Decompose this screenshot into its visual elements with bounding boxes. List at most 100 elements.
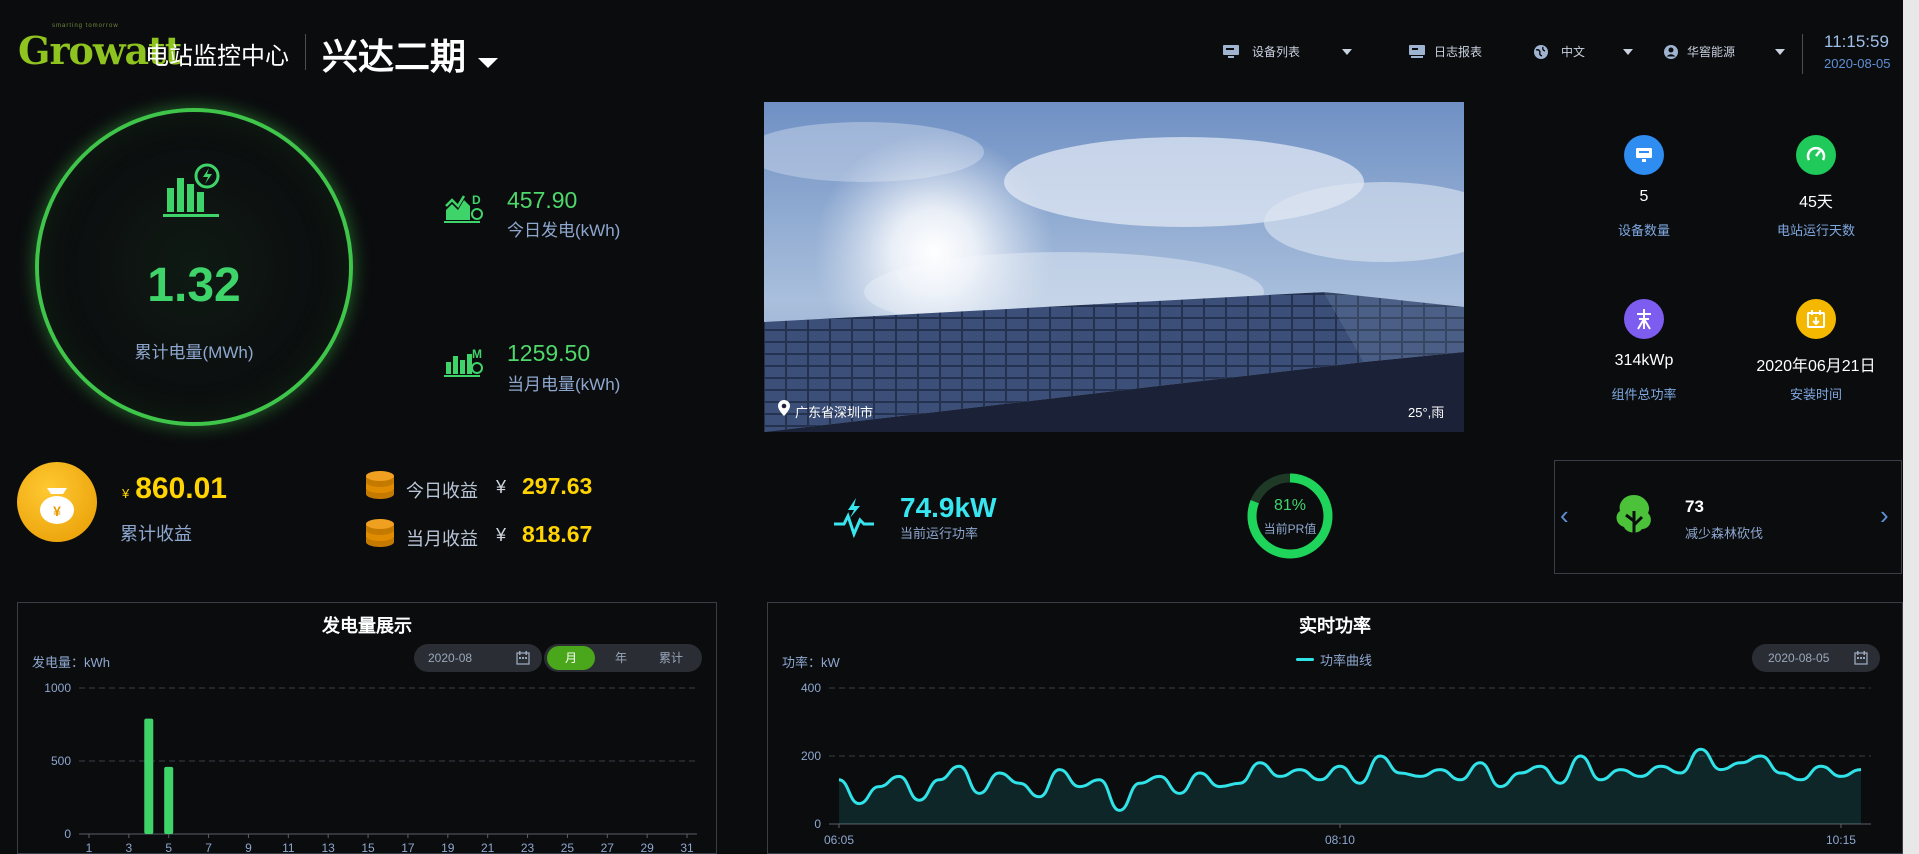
y-tick-label: 0 [814, 817, 821, 831]
svg-text:M: M [472, 347, 482, 361]
chevron-left-icon[interactable]: ‹ [1560, 500, 1569, 531]
month-income-value: 818.67 [522, 521, 593, 547]
x-tick-label: 29 [640, 841, 654, 854]
x-tick-label: 7 [205, 841, 212, 854]
window-scrollbar[interactable] [1903, 0, 1919, 854]
component-power-label: 组件总功率 [1611, 387, 1677, 402]
install-date-label: 安装时间 [1789, 387, 1842, 402]
x-tick-label: 9 [245, 841, 252, 854]
x-tick-label: 08:10 [1325, 833, 1355, 847]
total-energy-label: 累计电量(MWh) [134, 343, 254, 362]
x-tick-label: 17 [401, 841, 415, 854]
calendar-icon [1796, 299, 1836, 339]
total-energy-value: 1.32 [147, 259, 241, 312]
today-income-currency: ¥ [496, 477, 507, 497]
device-count-icon [1624, 135, 1664, 175]
x-tick-label: 27 [601, 841, 615, 854]
device-list-icon [1223, 44, 1239, 58]
month-energy-value: 1259.50 [507, 340, 591, 366]
user-menu[interactable]: 华窖能源 [1663, 43, 1786, 60]
location-pin-icon [778, 400, 790, 416]
y-tick-label: 400 [801, 681, 821, 695]
chevron-right-icon[interactable]: › [1880, 500, 1889, 531]
current-power-value: 74.9kW [900, 492, 997, 523]
device-list-menu[interactable]: 设备列表 [1222, 43, 1353, 60]
power-pulse-icon [834, 498, 874, 539]
realtime-power-chart: 0 200 400 06:05 08:10 10:15 [801, 681, 1871, 847]
pr-gauge [1247, 473, 1333, 559]
legend-line-icon [1296, 658, 1314, 661]
x-tick-label: 06:05 [824, 833, 854, 847]
user-icon [1664, 44, 1678, 59]
total-income-label: 累计收益 [120, 524, 192, 544]
device-count-label: 设备数量 [1617, 223, 1670, 238]
title-divider [305, 34, 306, 70]
current-date: 2020-08-05 [1824, 56, 1891, 71]
logo-tagline: smarting tomorrow [52, 23, 119, 29]
user-chevron-icon [1775, 48, 1786, 55]
tab-year[interactable]: 年 [597, 646, 645, 670]
station-photo [764, 102, 1464, 432]
language-label: 中文 [1561, 45, 1586, 59]
x-tick-label: 19 [441, 841, 455, 854]
globe-icon [1534, 44, 1548, 59]
energy-chart-icon [163, 163, 220, 217]
money-bag-icon: ¥ [17, 462, 97, 542]
y-tick-label: 500 [51, 754, 71, 768]
x-tick-label: 21 [481, 841, 495, 854]
current-power-label: 当前运行功率 [900, 526, 979, 541]
language-menu[interactable]: 中文 [1533, 43, 1634, 60]
log-report-menu[interactable]: 日志报表 [1408, 43, 1482, 60]
weather-info: 25°,雨 [1408, 405, 1445, 420]
tab-month[interactable]: 月 [547, 646, 595, 670]
pr-label: 当前PR值 [1263, 522, 1317, 536]
app-title: 电站监控中心 [145, 43, 289, 70]
tab-total[interactable]: 累计 [647, 646, 695, 670]
today-income-value: 297.63 [522, 473, 593, 499]
coin-stack-icon [366, 471, 394, 499]
x-tick-label: 23 [521, 841, 535, 854]
log-report-icon [1409, 44, 1425, 58]
tree-icon [1616, 495, 1651, 539]
power-component-icon [1624, 299, 1664, 339]
forest-card [1554, 460, 1902, 574]
realtime-power-title: 实时功率 [1299, 616, 1371, 636]
power-legend[interactable]: 功率曲线 [1296, 650, 1372, 669]
forest-value: 73 [1685, 497, 1704, 516]
station-name[interactable]: 兴达二期 [322, 28, 466, 80]
run-days-icon [1796, 135, 1836, 175]
header-divider [1802, 34, 1803, 74]
monthly-energy-icon: M [444, 347, 483, 377]
coin-stack-icon [366, 519, 394, 547]
day-date-value: 2020-08-05 [1768, 651, 1830, 665]
x-tick-label: 3 [125, 841, 132, 854]
month-income-label: 当月收益 [406, 529, 478, 549]
run-days-value: 45天 [1799, 194, 1833, 211]
calendar-icon [1854, 651, 1868, 665]
x-tick-label: 5 [165, 841, 172, 854]
x-tick-label: 15 [361, 841, 375, 854]
device-count-value: 5 [1639, 188, 1649, 205]
component-power-value: 314kWp [1614, 352, 1674, 369]
svg-text:¥: ¥ [53, 503, 61, 519]
run-days-label: 电站运行天数 [1776, 223, 1855, 238]
svg-text:D: D [472, 193, 481, 207]
month-energy-label: 当月电量(kWh) [507, 375, 621, 394]
station-dropdown-icon[interactable] [478, 58, 498, 68]
energy-chart-title: 发电量展示 [322, 616, 412, 636]
x-tick-label: 13 [322, 841, 336, 854]
month-date-value: 2020-08 [428, 651, 473, 665]
today-income-label: 今日收益 [406, 481, 478, 501]
device-list-label: 设备列表 [1252, 45, 1301, 59]
legend-label: 功率曲线 [1320, 653, 1373, 668]
total-income-value: ¥860.01 [122, 472, 227, 505]
log-report-label: 日志报表 [1434, 45, 1483, 59]
station-location: 广东省深圳市 [795, 405, 874, 420]
install-date-value: 2020年06月21日 [1756, 358, 1876, 375]
energy-bar-chart: 050010001 3 5 7 9 11 13 15 17 19 21 23 25 27 29 31 [44, 681, 697, 854]
device-list-chevron-icon [1342, 48, 1353, 55]
x-tick-label: 11 [282, 841, 295, 854]
x-tick-label: 25 [561, 841, 575, 854]
today-energy-value: 457.90 [507, 187, 578, 213]
today-energy-label: 今日发电(kWh) [507, 221, 621, 240]
